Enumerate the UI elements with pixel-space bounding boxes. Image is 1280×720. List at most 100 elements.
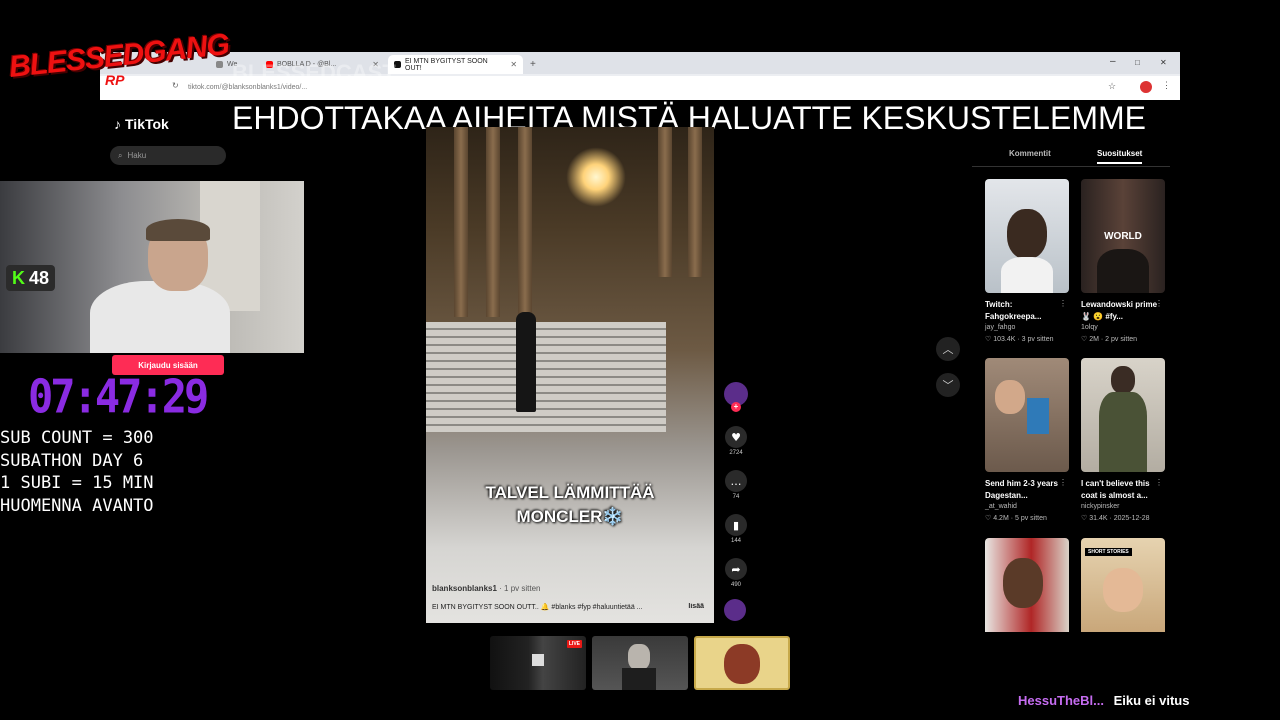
preview-character — [724, 644, 760, 684]
person-figure — [516, 312, 536, 412]
caption-line: TALVEL LÄMMITTÄÄ — [485, 483, 655, 502]
building-column — [658, 127, 672, 277]
tiktok-brand-label: TikTok — [125, 116, 169, 132]
thumbnail-person — [995, 380, 1025, 414]
live-badge: LIVE — [566, 640, 582, 648]
recommendation-card[interactable]: SHORT STORIES — [1081, 538, 1165, 632]
stream-preview-thumbnail[interactable] — [592, 636, 688, 690]
like-action[interactable]: ♥ 2724 — [724, 426, 748, 456]
minimize-button[interactable]: – — [1110, 56, 1116, 67]
tab-label: EI MTN BYGITYST SOON OUT! — [405, 57, 488, 72]
thumbnail-shirt — [1001, 257, 1053, 293]
thumbnail-person — [1103, 568, 1143, 612]
close-tab-icon[interactable]: ✕ — [510, 60, 517, 69]
recommendation-thumbnail[interactable] — [1081, 358, 1165, 472]
sub-count-line: SUB COUNT = 300 — [0, 428, 154, 448]
tomorrow-line: HUOMENNA AVANTO — [0, 495, 154, 516]
search-icon: ⌕ — [118, 150, 123, 160]
music-disc-icon[interactable] — [724, 599, 746, 621]
author-name: blanksonblanks1 — [432, 584, 497, 593]
previous-video-button[interactable]: ︿ — [936, 337, 960, 361]
bookmark-icon[interactable]: ▮ — [725, 514, 747, 536]
thumbnail-person — [1007, 209, 1047, 259]
more-options-icon[interactable]: ⋮ — [1155, 478, 1163, 487]
thumbnail-coat — [1099, 392, 1147, 472]
recommendation-meta: ♡ 4.2M · 5 pv sitten — [985, 515, 1047, 522]
chat-text: Eiku ei vitus — [1113, 693, 1190, 708]
webcam-feed: K 48 — [0, 181, 304, 353]
heart-icon[interactable]: ♥ — [725, 426, 747, 448]
search-input[interactable]: ⌕ Haku — [110, 146, 226, 165]
comment-action[interactable]: … 74 — [724, 470, 748, 500]
recommendation-thumbnail[interactable] — [985, 358, 1069, 472]
profile-avatar[interactable] — [1140, 81, 1152, 93]
post-time: · 1 pv sitten — [499, 584, 541, 593]
recommendation-thumbnail[interactable] — [985, 538, 1069, 632]
chat-message: HessuTheBl... Eiku ei vitus — [1018, 693, 1189, 708]
description-text: EI MTN BYGITYST SOON OUTT.. 🔔 #blanks #f… — [432, 604, 643, 611]
building-column — [518, 127, 532, 317]
video-description: EI MTN BYGITYST SOON OUTT.. 🔔 #blanks #f… — [432, 603, 714, 611]
subathon-day-line: SUBATHON DAY 6 — [0, 450, 144, 471]
bookmark-star-icon[interactable]: ☆ — [1108, 81, 1116, 92]
bookmark-count: 144 — [730, 538, 741, 544]
more-options-icon[interactable]: ⋮ — [1059, 299, 1067, 308]
thumbnail-person — [1097, 249, 1149, 293]
recommendation-thumbnail[interactable]: WORLD — [1081, 179, 1165, 293]
thumbnail-person — [1111, 366, 1135, 394]
recommendation-meta: ♡ 31.4K · 2025-12-28 — [1081, 515, 1150, 522]
channel-logo-sub: RP — [105, 72, 125, 88]
recommendation-card[interactable] — [985, 538, 1069, 632]
next-video-button[interactable]: ﹀ — [936, 373, 960, 397]
maximize-button[interactable]: □ — [1135, 58, 1140, 67]
recommendation-thumbnail[interactable]: SHORT STORIES — [1081, 538, 1165, 632]
follow-plus-icon[interactable]: + — [731, 402, 741, 412]
share-action[interactable]: ➦ 490 — [724, 558, 748, 588]
share-icon[interactable]: ➦ — [725, 558, 747, 580]
recommendation-title: Lewandowski prime 🐰 😮 #fy... — [1081, 300, 1158, 321]
recommendation-user: _at_wahid — [985, 503, 1017, 510]
preview-screen — [532, 654, 544, 666]
kick-viewer-badge: K 48 — [6, 265, 56, 291]
video-player[interactable]: TALVEL LÄMMITTÄÄ MONCLER❄️ blanksonblank… — [426, 127, 714, 623]
street-lamp — [566, 147, 626, 207]
recommendation-card[interactable]: I can't believe this coat is almost a...… — [1081, 358, 1165, 522]
more-link[interactable]: lisää — [688, 603, 704, 610]
recommendation-thumbnail[interactable] — [985, 179, 1069, 293]
preview-figure-head — [628, 644, 650, 670]
recommendation-user: nickypinsker — [1081, 503, 1120, 510]
side-panel-tabs: Kommentit Suositukset — [972, 144, 1170, 167]
more-options-icon[interactable]: ⋮ — [1155, 299, 1163, 308]
stream-preview-thumbnail[interactable] — [694, 636, 790, 690]
sub-rate-line: 1 SUBI = 15 MIN — [0, 473, 154, 493]
ghost-watermark: BLESSEDCAST — [232, 60, 396, 85]
new-tab-button[interactable]: + — [524, 55, 544, 74]
recommendation-card[interactable]: Twitch: Fahgokreepa... jay_fahgo ♡ 103.4… — [985, 179, 1069, 343]
building-column — [688, 127, 702, 277]
recommendation-title: I can't believe this coat is almost a... — [1081, 479, 1150, 500]
menu-icon[interactable]: ⋮ — [1162, 80, 1171, 91]
tiktok-logo[interactable]: ♪ TikTok — [114, 116, 169, 132]
recommendation-title: Twitch: Fahgokreepa... — [985, 300, 1042, 321]
snowy-stairs — [426, 322, 666, 432]
share-count: 490 — [730, 582, 741, 588]
more-options-icon[interactable]: ⋮ — [1059, 478, 1067, 487]
recommendation-card[interactable]: Send him 2-3 years Dagestan... _at_wahid… — [985, 358, 1069, 522]
recommendation-card[interactable]: WORLD Lewandowski prime 🐰 😮 #fy... 1olqy… — [1081, 179, 1165, 343]
video-author[interactable]: blanksonblanks1 · 1 pv sitten — [432, 584, 541, 593]
bookmark-action[interactable]: ▮ 144 — [724, 514, 748, 544]
browser-tab-active[interactable]: EI MTN BYGITYST SOON OUT! ✕ — [388, 55, 523, 74]
recommendation-title: Send him 2-3 years Dagestan... — [985, 479, 1058, 500]
kick-viewer-count: 48 — [29, 267, 50, 288]
tab-comments[interactable]: Kommentit — [1009, 149, 1051, 158]
thumbnail-book — [1027, 398, 1049, 434]
comment-icon[interactable]: … — [725, 470, 747, 492]
preview-figure-suit — [622, 668, 656, 690]
chat-username: HessuTheBl... — [1018, 693, 1104, 708]
tab-recommendations[interactable]: Suositukset — [1097, 149, 1143, 164]
streamer-body — [90, 281, 230, 353]
kick-icon: K — [12, 267, 25, 288]
like-count: 2724 — [729, 450, 743, 456]
close-window-button[interactable]: ✕ — [1160, 58, 1167, 67]
stream-preview-thumbnail[interactable]: LIVE — [490, 636, 586, 690]
